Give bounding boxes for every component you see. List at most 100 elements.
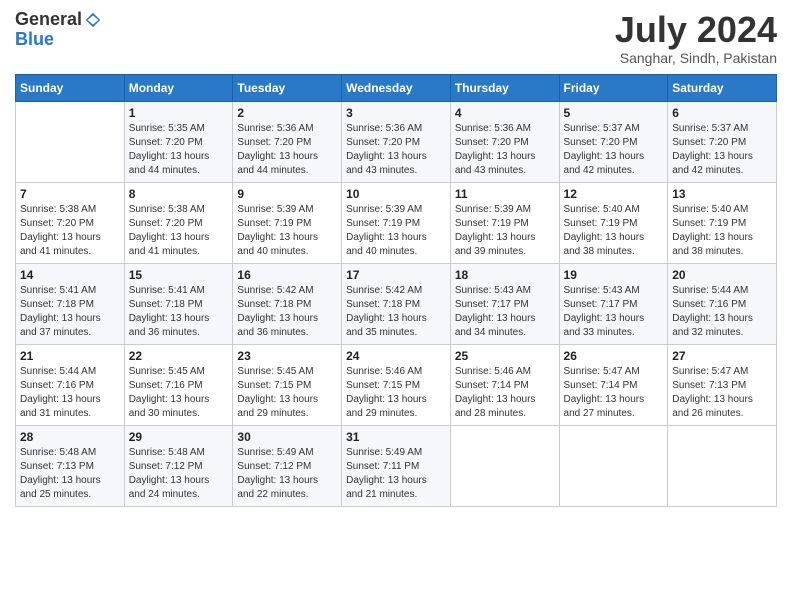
- calendar-cell: 19 Sunrise: 5:43 AM Sunset: 7:17 PM Dayli…: [559, 263, 668, 344]
- day-number: 15: [129, 268, 229, 282]
- calendar-cell: 12 Sunrise: 5:40 AM Sunset: 7:19 PM Dayli…: [559, 182, 668, 263]
- location: Sanghar, Sindh, Pakistan: [615, 50, 777, 66]
- day-info: Sunrise: 5:46 AM Sunset: 7:14 PM Dayligh…: [455, 365, 555, 421]
- week-row-1: 1 Sunrise: 5:35 AM Sunset: 7:20 PM Daylig…: [16, 101, 777, 182]
- day-info: Sunrise: 5:43 AM Sunset: 7:17 PM Dayligh…: [564, 284, 664, 340]
- calendar-cell: 2 Sunrise: 5:36 AM Sunset: 7:20 PM Daylig…: [233, 101, 342, 182]
- header-day-thursday: Thursday: [450, 74, 559, 101]
- week-row-5: 28 Sunrise: 5:48 AM Sunset: 7:13 PM Dayli…: [16, 425, 777, 506]
- calendar-cell: 6Sunrise: 5:37 AM Sunset: 7:20 PM Daylig…: [668, 101, 777, 182]
- calendar-cell: 8 Sunrise: 5:38 AM Sunset: 7:20 PM Daylig…: [124, 182, 233, 263]
- logo-general: General: [15, 10, 82, 30]
- calendar-cell: 3 Sunrise: 5:36 AM Sunset: 7:20 PM Daylig…: [342, 101, 451, 182]
- day-number: 31: [346, 430, 446, 444]
- logo-blue: Blue: [15, 30, 102, 50]
- day-info: Sunrise: 5:44 AM Sunset: 7:16 PM Dayligh…: [20, 365, 120, 421]
- header-row: SundayMondayTuesdayWednesdayThursdayFrid…: [16, 74, 777, 101]
- day-info: Sunrise: 5:42 AM Sunset: 7:18 PM Dayligh…: [237, 284, 337, 340]
- calendar-cell: [559, 425, 668, 506]
- calendar-cell: 27Sunrise: 5:47 AM Sunset: 7:13 PM Dayli…: [668, 344, 777, 425]
- day-number: 5: [564, 106, 664, 120]
- day-info: Sunrise: 5:46 AM Sunset: 7:15 PM Dayligh…: [346, 365, 446, 421]
- calendar-cell: 26 Sunrise: 5:47 AM Sunset: 7:14 PM Dayli…: [559, 344, 668, 425]
- calendar-cell: 4Sunrise: 5:36 AM Sunset: 7:20 PM Daylig…: [450, 101, 559, 182]
- week-row-2: 7 Sunrise: 5:38 AM Sunset: 7:20 PM Daylig…: [16, 182, 777, 263]
- day-info: Sunrise: 5:40 AM Sunset: 7:19 PM Dayligh…: [564, 203, 664, 259]
- day-number: 3: [346, 106, 446, 120]
- logo-icon: [84, 11, 102, 29]
- day-info: Sunrise: 5:41 AM Sunset: 7:18 PM Dayligh…: [129, 284, 229, 340]
- calendar-cell: 31 Sunrise: 5:49 AM Sunset: 7:11 PM Dayli…: [342, 425, 451, 506]
- header-day-tuesday: Tuesday: [233, 74, 342, 101]
- day-number: 1: [129, 106, 229, 120]
- day-info: Sunrise: 5:49 AM Sunset: 7:11 PM Dayligh…: [346, 446, 446, 502]
- day-info: Sunrise: 5:36 AM Sunset: 7:20 PM Dayligh…: [455, 122, 555, 178]
- day-number: 29: [129, 430, 229, 444]
- header-day-wednesday: Wednesday: [342, 74, 451, 101]
- day-info: Sunrise: 5:41 AM Sunset: 7:18 PM Dayligh…: [20, 284, 120, 340]
- calendar-cell: 13Sunrise: 5:40 AM Sunset: 7:19 PM Dayli…: [668, 182, 777, 263]
- day-info: Sunrise: 5:39 AM Sunset: 7:19 PM Dayligh…: [237, 203, 337, 259]
- day-number: 27: [672, 349, 772, 363]
- day-info: Sunrise: 5:45 AM Sunset: 7:16 PM Dayligh…: [129, 365, 229, 421]
- day-info: Sunrise: 5:36 AM Sunset: 7:20 PM Dayligh…: [346, 122, 446, 178]
- calendar-cell: 15 Sunrise: 5:41 AM Sunset: 7:18 PM Dayli…: [124, 263, 233, 344]
- day-number: 2: [237, 106, 337, 120]
- day-number: 26: [564, 349, 664, 363]
- calendar-cell: 7 Sunrise: 5:38 AM Sunset: 7:20 PM Daylig…: [16, 182, 125, 263]
- month-title: July 2024: [615, 10, 777, 50]
- calendar-cell: 24 Sunrise: 5:46 AM Sunset: 7:15 PM Dayli…: [342, 344, 451, 425]
- day-info: Sunrise: 5:48 AM Sunset: 7:12 PM Dayligh…: [129, 446, 229, 502]
- calendar-cell: 9 Sunrise: 5:39 AM Sunset: 7:19 PM Daylig…: [233, 182, 342, 263]
- day-number: 16: [237, 268, 337, 282]
- day-number: 6: [672, 106, 772, 120]
- day-info: Sunrise: 5:35 AM Sunset: 7:20 PM Dayligh…: [129, 122, 229, 178]
- day-info: Sunrise: 5:38 AM Sunset: 7:20 PM Dayligh…: [20, 203, 120, 259]
- header-day-sunday: Sunday: [16, 74, 125, 101]
- day-info: Sunrise: 5:36 AM Sunset: 7:20 PM Dayligh…: [237, 122, 337, 178]
- week-row-4: 21 Sunrise: 5:44 AM Sunset: 7:16 PM Dayli…: [16, 344, 777, 425]
- day-number: 12: [564, 187, 664, 201]
- day-number: 14: [20, 268, 120, 282]
- day-info: Sunrise: 5:44 AM Sunset: 7:16 PM Dayligh…: [672, 284, 772, 340]
- day-info: Sunrise: 5:45 AM Sunset: 7:15 PM Dayligh…: [237, 365, 337, 421]
- day-number: 25: [455, 349, 555, 363]
- day-info: Sunrise: 5:39 AM Sunset: 7:19 PM Dayligh…: [346, 203, 446, 259]
- calendar-cell: 23 Sunrise: 5:45 AM Sunset: 7:15 PM Dayli…: [233, 344, 342, 425]
- day-number: 18: [455, 268, 555, 282]
- header-day-friday: Friday: [559, 74, 668, 101]
- day-info: Sunrise: 5:47 AM Sunset: 7:14 PM Dayligh…: [564, 365, 664, 421]
- day-number: 24: [346, 349, 446, 363]
- day-info: Sunrise: 5:37 AM Sunset: 7:20 PM Dayligh…: [564, 122, 664, 178]
- day-number: 21: [20, 349, 120, 363]
- header-day-saturday: Saturday: [668, 74, 777, 101]
- day-info: Sunrise: 5:39 AM Sunset: 7:19 PM Dayligh…: [455, 203, 555, 259]
- day-number: 19: [564, 268, 664, 282]
- calendar-cell: 10 Sunrise: 5:39 AM Sunset: 7:19 PM Dayli…: [342, 182, 451, 263]
- day-number: 28: [20, 430, 120, 444]
- title-area: July 2024 Sanghar, Sindh, Pakistan: [615, 10, 777, 66]
- calendar-cell: 30Sunrise: 5:49 AM Sunset: 7:12 PM Dayli…: [233, 425, 342, 506]
- day-number: 22: [129, 349, 229, 363]
- calendar-cell: 5 Sunrise: 5:37 AM Sunset: 7:20 PM Daylig…: [559, 101, 668, 182]
- day-info: Sunrise: 5:48 AM Sunset: 7:13 PM Dayligh…: [20, 446, 120, 502]
- day-number: 17: [346, 268, 446, 282]
- calendar-cell: 1 Sunrise: 5:35 AM Sunset: 7:20 PM Daylig…: [124, 101, 233, 182]
- day-number: 13: [672, 187, 772, 201]
- week-row-3: 14 Sunrise: 5:41 AM Sunset: 7:18 PM Dayli…: [16, 263, 777, 344]
- calendar-cell: 18Sunrise: 5:43 AM Sunset: 7:17 PM Dayli…: [450, 263, 559, 344]
- day-number: 8: [129, 187, 229, 201]
- calendar-cell: 20 Sunrise: 5:44 AM Sunset: 7:16 PM Dayli…: [668, 263, 777, 344]
- day-number: 10: [346, 187, 446, 201]
- calendar-cell: [16, 101, 125, 182]
- calendar-cell: 25 Sunrise: 5:46 AM Sunset: 7:14 PM Dayli…: [450, 344, 559, 425]
- day-number: 7: [20, 187, 120, 201]
- day-number: 9: [237, 187, 337, 201]
- day-number: 30: [237, 430, 337, 444]
- calendar-cell: [668, 425, 777, 506]
- day-number: 20: [672, 268, 772, 282]
- calendar-cell: 17Sunrise: 5:42 AM Sunset: 7:18 PM Dayli…: [342, 263, 451, 344]
- day-info: Sunrise: 5:38 AM Sunset: 7:20 PM Dayligh…: [129, 203, 229, 259]
- day-number: 11: [455, 187, 555, 201]
- day-number: 23: [237, 349, 337, 363]
